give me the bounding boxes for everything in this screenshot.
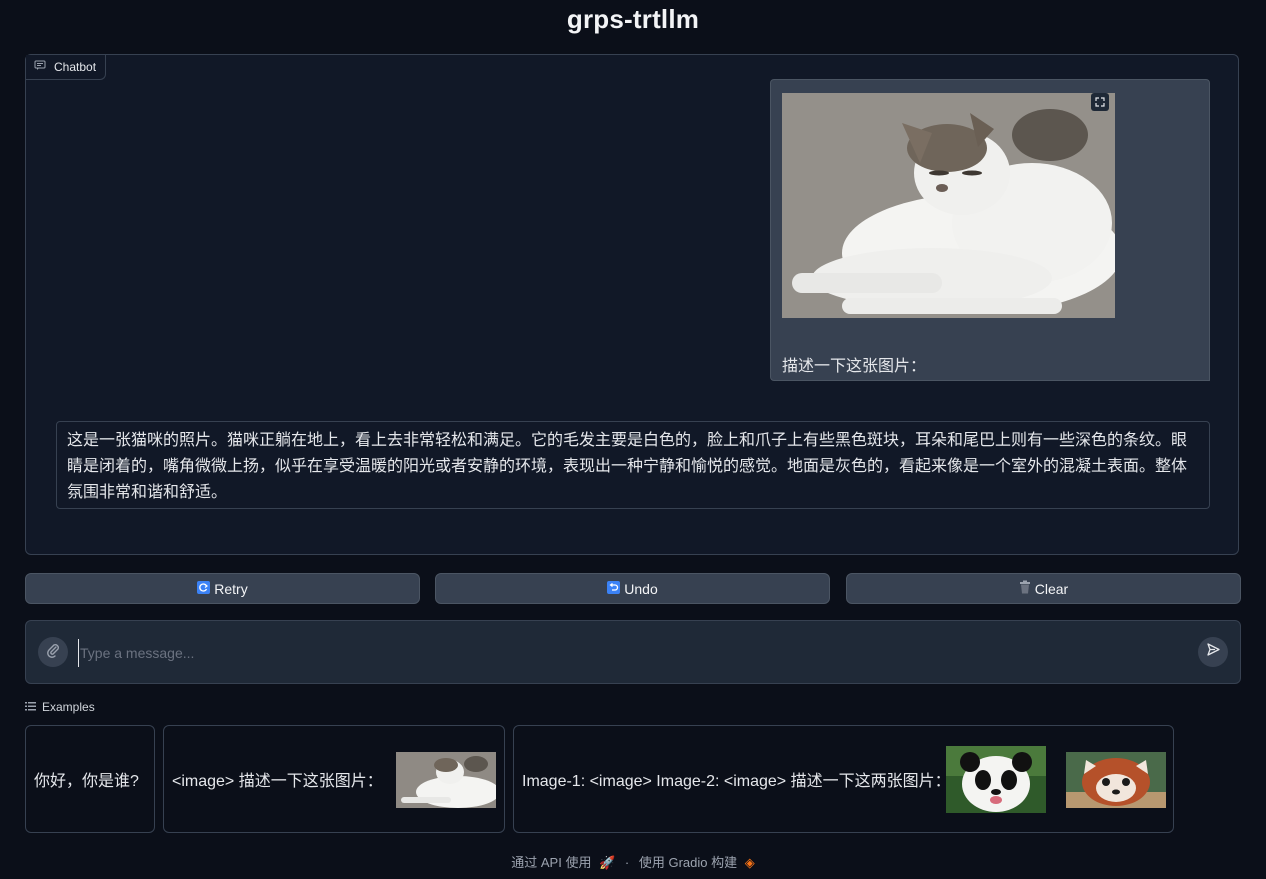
send-button[interactable] bbox=[1198, 637, 1228, 667]
red-panda-thumbnail bbox=[1066, 752, 1166, 808]
refresh-icon bbox=[197, 580, 211, 597]
expand-icon[interactable] bbox=[1091, 93, 1109, 111]
footer-separator: · bbox=[624, 855, 630, 870]
rocket-icon: 🚀 bbox=[599, 855, 616, 870]
user-message: 描述一下这张图片： bbox=[770, 79, 1210, 381]
bot-message: 这是一张猫咪的照片。猫咪正躺在地上，看上去非常轻松和满足。它的毛发主要是白色的，… bbox=[56, 421, 1210, 509]
example-item[interactable]: Image-1: <image> Image-2: <image> 描述一下这两… bbox=[513, 725, 1174, 833]
example-item[interactable]: 你好，你是谁? bbox=[25, 725, 155, 833]
list-icon bbox=[25, 700, 36, 714]
chatbot-panel: Chatbot 描述一下这张图片： 这是一张猫咪的照片。猫咪正躺在地上，看上去非… bbox=[25, 54, 1239, 555]
examples-header: Examples bbox=[25, 700, 95, 714]
footer: 通过 API 使用 🚀 · 使用 Gradio 构建 ◈ bbox=[0, 852, 1266, 871]
message-input[interactable] bbox=[78, 639, 1182, 667]
api-link[interactable]: 通过 API 使用 🚀 bbox=[509, 855, 617, 870]
user-message-text: 描述一下这张图片： bbox=[782, 358, 927, 375]
example-item[interactable]: <image> 描述一下这张图片： bbox=[163, 725, 505, 833]
retry-button[interactable]: Retry bbox=[25, 573, 420, 604]
send-icon bbox=[1206, 642, 1221, 662]
clear-button[interactable]: Clear bbox=[846, 573, 1241, 604]
attach-button[interactable] bbox=[38, 637, 68, 667]
undo-button[interactable]: Undo bbox=[435, 573, 830, 604]
chatbot-label: Chatbot bbox=[26, 55, 107, 80]
page-title: grps-trtllm bbox=[566, 4, 700, 34]
gradio-logo-icon: ◈ bbox=[744, 855, 755, 870]
chat-bubble-icon bbox=[34, 60, 46, 74]
paperclip-icon bbox=[45, 642, 61, 663]
message-input-row bbox=[25, 620, 1241, 684]
gradio-link[interactable]: 使用 Gradio 构建 ◈ bbox=[637, 855, 757, 870]
panda-thumbnail bbox=[946, 746, 1046, 813]
undo-icon bbox=[607, 580, 621, 597]
trash-icon bbox=[1019, 580, 1031, 597]
cat-thumbnail bbox=[396, 752, 496, 808]
cat-image[interactable] bbox=[782, 93, 1115, 318]
